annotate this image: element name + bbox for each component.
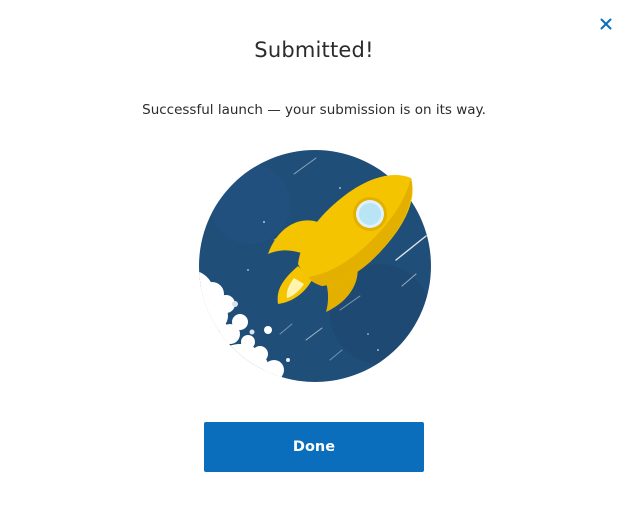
dialog-message: Successful launch — your submission is o… <box>142 102 486 118</box>
submission-dialog: Submitted! Successful launch — your subm… <box>0 0 628 515</box>
close-button[interactable] <box>596 14 616 34</box>
close-icon <box>600 18 612 30</box>
rocket-launch-illustration <box>199 150 431 382</box>
done-button[interactable]: Done <box>204 422 424 472</box>
dialog-title: Submitted! <box>254 38 374 62</box>
